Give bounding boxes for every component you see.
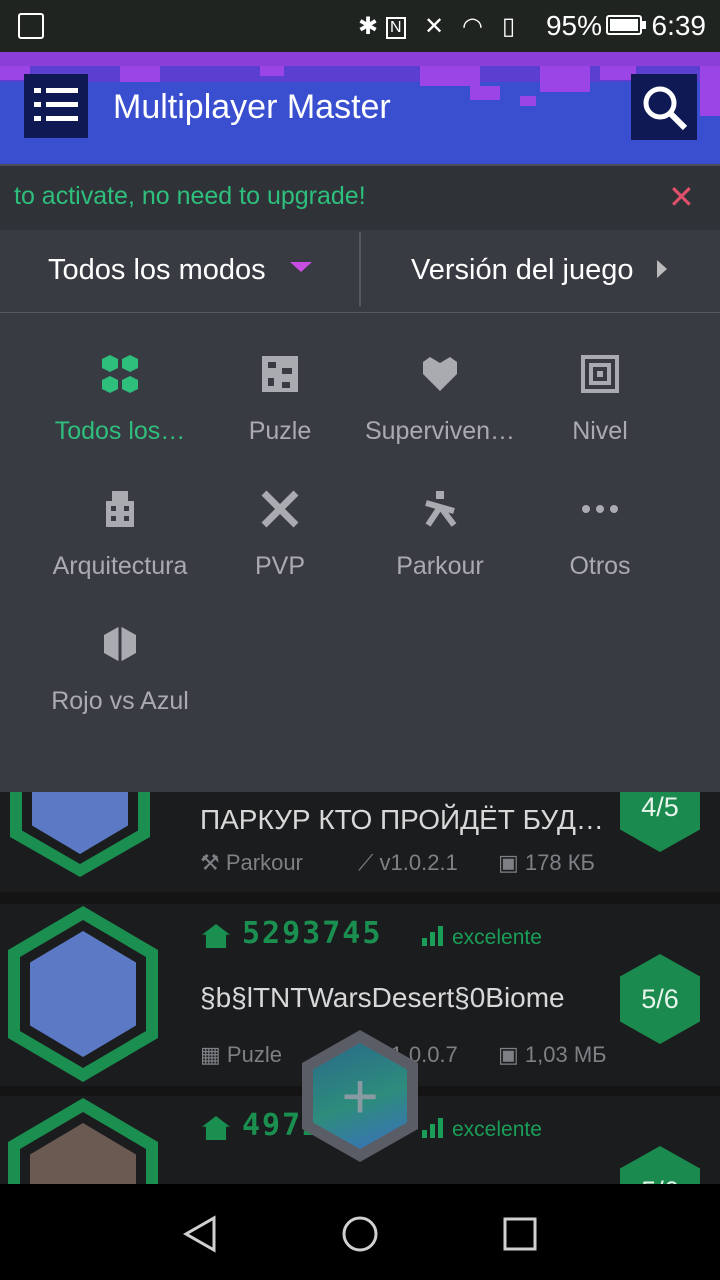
close-icon[interactable]: ✕ [668,178,695,216]
red-vs-blue-icon [104,626,136,662]
category-puzzle[interactable]: Puzle [200,354,360,454]
category-label: Arquitectura [52,552,188,580]
chevron-right-icon [657,260,667,278]
app-title: Multiplayer Master [113,88,391,126]
players-badge: 5/6 [620,1146,700,1184]
navigation-bar [0,1184,720,1280]
category-pvp[interactable]: PVP [200,489,360,589]
sim-icon: ▯ [502,13,516,40]
category-architecture[interactable]: Arquitectura [40,489,200,589]
category-all[interactable]: Todos los… [40,354,200,454]
banner-text: to activate, no need to upgrade! [14,182,366,210]
menu-button[interactable] [24,74,88,138]
server-score: 5293745 [242,916,383,951]
home-nav-icon[interactable] [340,1214,380,1254]
category-level[interactable]: Nivel [520,354,680,454]
mode-meta: ▦ Puzle [200,1042,282,1067]
building-icon [106,491,134,527]
category-label: Puzle [248,417,312,445]
menu-icon [34,88,41,93]
status-bar: ✱ N ✕ ◠ ▯ 95% 6:39 [0,0,720,52]
server-list-item[interactable]: ПАРКУР КТО ПРОЙДЁТ БУД… 4/5 ⚒ Parkour ⟋ … [0,717,720,892]
clock: 6:39 [651,10,707,41]
server-title: §b§lTNTWarsDesert§0Biome [200,982,565,1013]
search-icon [643,86,688,131]
version-filter[interactable]: Versión del juego [411,254,634,287]
search-button[interactable] [631,74,697,140]
signal-bars-icon [422,926,446,946]
category-label: Todos los… [54,417,186,445]
more-dots-icon [582,505,618,513]
players-badge: 5/6 [620,954,700,1044]
category-parkour[interactable]: Parkour [360,489,520,589]
filter-divider [359,232,361,306]
signal-bars-icon [422,1118,446,1138]
server-title: ПАРКУР КТО ПРОЙДЁТ БУД… [200,804,604,835]
category-label: Parkour [396,552,484,580]
gallery-notification-icon [18,13,44,39]
battery-icon [606,15,646,35]
back-icon[interactable] [180,1214,220,1254]
version-meta: ⟋ v1.0.2.1 [358,850,458,875]
nfc-icon: N [386,17,406,39]
crossed-swords-icon [261,490,299,528]
bluetooth-icon: ✱ [358,13,379,40]
heart-icon [423,357,457,391]
grid-dots-icon [102,355,138,393]
rating-text: excelente [452,1118,542,1141]
category-others[interactable]: Otros [520,489,680,589]
size-meta: ▣ 178 КБ [498,850,595,875]
mute-icon: ✕ [424,13,445,40]
category-label: Otros [569,552,631,580]
size-meta: ▣ 1,03 МБ [498,1042,607,1067]
parkour-icon [425,491,457,527]
category-label: Nivel [572,417,628,445]
category-label: Superviven… [364,417,516,445]
category-survival[interactable]: Superviven… [360,354,520,454]
level-square-icon [581,355,619,393]
puzzle-icon [262,356,298,392]
category-label: PVP [254,552,306,580]
wifi-icon: ◠ [462,13,483,40]
battery-percent: 95% [545,10,602,41]
home-icon [202,924,230,948]
recents-icon[interactable] [502,1216,538,1252]
plus-icon: + [341,1060,379,1132]
home-icon [202,1116,230,1140]
rating-text: excelente [452,926,542,949]
category-label: Rojo vs Azul [51,687,189,715]
category-red-vs-blue[interactable]: Rojo vs Azul [40,624,200,724]
mode-meta: ⚒ Parkour [200,850,303,875]
modes-filter[interactable]: Todos los modos [48,254,266,287]
dropdown-arrow-icon [290,262,312,272]
